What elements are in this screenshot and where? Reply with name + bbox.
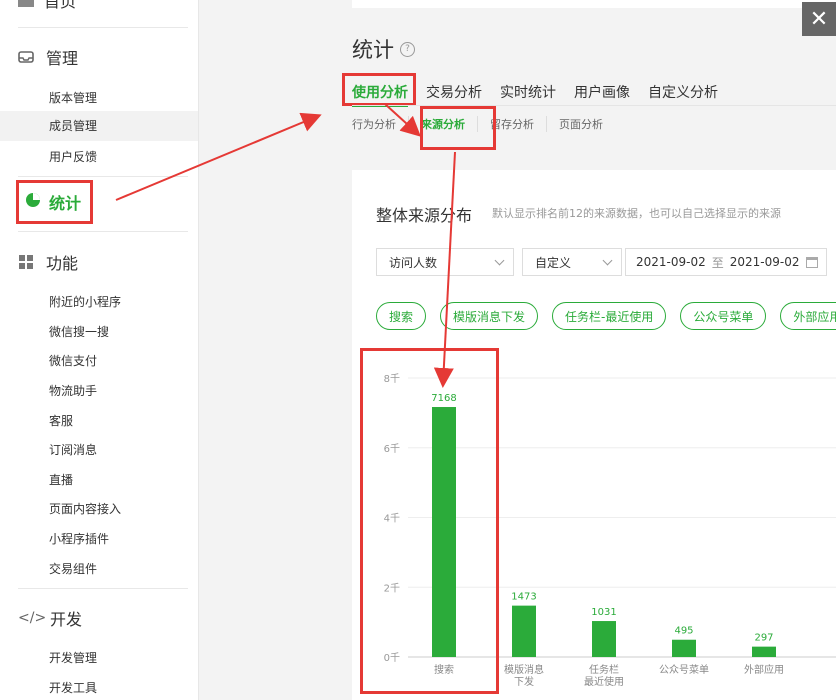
sidebar-item-content[interactable]: 页面内容接入 — [49, 500, 121, 517]
bar-value-label: 1473 — [511, 592, 536, 603]
chip-official-menu[interactable]: 公众号菜单 — [680, 302, 767, 330]
x-tick-label: 最近使用 — [584, 675, 624, 688]
annotation-box-chart — [360, 348, 499, 694]
sidebar-item-home[interactable]: 首页 — [18, 0, 76, 12]
annotation-box-tab — [342, 73, 416, 106]
tab-custom[interactable]: 自定义分析 — [648, 82, 718, 107]
date-range-picker[interactable]: 2021-09-02 至 2021-09-02 — [625, 248, 827, 276]
top-strip — [352, 0, 836, 8]
sidebar-group-label: 功能 — [46, 254, 79, 273]
inbox-icon — [18, 49, 34, 65]
x-tick-label: 模版消息 — [504, 663, 544, 676]
range-select-value: 自定义 — [535, 255, 572, 270]
calendar-icon — [806, 257, 818, 268]
sidebar-group-manage[interactable]: 管理 — [18, 45, 78, 69]
sidebar-item-version[interactable]: 版本管理 — [49, 89, 97, 106]
sidebar-item-label: 统计 — [49, 194, 82, 213]
sidebar-group-label: 开发 — [50, 610, 83, 629]
bar-value-label: 297 — [754, 633, 773, 644]
sidebar-item-subscribe[interactable]: 订阅消息 — [49, 441, 97, 458]
close-icon: ✕ — [809, 6, 829, 32]
sidebar-item-stat[interactable]: 统计 — [16, 180, 93, 224]
tab-realtime[interactable]: 实时统计 — [500, 82, 556, 107]
x-tick-label: 下发 — [514, 675, 534, 688]
x-tick-label: 公众号菜单 — [659, 664, 709, 676]
sidebar-item-feedback[interactable]: 用户反馈 — [49, 148, 97, 165]
sidebar-item-trade[interactable]: 交易组件 — [49, 560, 97, 577]
bar — [592, 621, 616, 657]
divider — [18, 176, 188, 177]
date-from: 2021-09-02 — [636, 255, 706, 269]
chevron-down-icon — [602, 255, 613, 266]
x-tick-label: 任务栏 — [589, 663, 619, 676]
chip-template-msg[interactable]: 模版消息下发 — [440, 302, 539, 330]
metric-select-value: 访问人数 — [389, 255, 438, 270]
close-button[interactable]: ✕ — [802, 2, 836, 36]
sidebar-item-plugin[interactable]: 小程序插件 — [49, 530, 109, 547]
sidebar-group-dev[interactable]: </> 开发 — [18, 606, 82, 630]
sidebar-group-label: 管理 — [46, 49, 79, 68]
sidebar-item-search[interactable]: 微信搜一搜 — [49, 323, 109, 340]
subtab-page[interactable]: 页面分析 — [547, 116, 615, 132]
page-title: 统计 ? — [352, 34, 415, 64]
sidebar-item-members[interactable]: 成员管理 — [0, 111, 198, 141]
divider — [18, 231, 188, 232]
help-icon[interactable]: ? — [400, 41, 415, 57]
sidebar-item-dev-manage[interactable]: 开发管理 — [49, 649, 97, 666]
page-title-text: 统计 — [352, 38, 394, 62]
date-to: 2021-09-02 — [729, 255, 800, 269]
code-icon: </> — [18, 610, 47, 626]
sidebar-item-service[interactable]: 客服 — [49, 412, 73, 429]
bar-value-label: 1031 — [591, 607, 616, 618]
sidebar: 首页 管理 版本管理 成员管理 用户反馈 统计 功能 附近的小程序 微信搜一搜 … — [0, 0, 199, 700]
chip-external-app[interactable]: 外部应用 — [780, 302, 836, 330]
annotation-box-subtab — [420, 106, 496, 150]
chip-taskbar-recent[interactable]: 任务栏-最近使用 — [552, 302, 667, 330]
sidebar-item-logistics[interactable]: 物流助手 — [49, 382, 97, 399]
sidebar-item-label: 首页 — [44, 0, 77, 11]
x-tick-label: 外部应用 — [744, 663, 784, 676]
panel-description: 默认显示排名前12的来源数据，也可以自己选择显示的来源 — [492, 207, 781, 220]
home-icon — [18, 0, 34, 7]
bar — [752, 646, 776, 657]
tab-trade[interactable]: 交易分析 — [426, 82, 482, 107]
sidebar-item-dev-tools[interactable]: 开发工具 — [49, 679, 97, 696]
sidebar-item-pay[interactable]: 微信支付 — [49, 352, 97, 369]
sidebar-group-func[interactable]: 功能 — [18, 250, 78, 274]
range-select[interactable]: 自定义 — [522, 248, 622, 276]
sidebar-item-nearby[interactable]: 附近的小程序 — [49, 293, 121, 310]
panel-title: 整体来源分布 — [376, 206, 473, 225]
divider — [18, 588, 188, 589]
bar — [512, 605, 536, 657]
grid-icon — [18, 254, 34, 270]
divider — [18, 27, 188, 28]
bar — [672, 639, 696, 657]
chip-search[interactable]: 搜索 — [376, 302, 427, 330]
source-chip-list: 搜索 模版消息下发 任务栏-最近使用 公众号菜单 外部应用 — [376, 302, 836, 330]
sidebar-item-live[interactable]: 直播 — [49, 471, 73, 488]
bar-value-label: 495 — [674, 626, 693, 637]
metric-select[interactable]: 访问人数 — [376, 248, 514, 276]
subtab-behavior[interactable]: 行为分析 — [352, 116, 409, 132]
pie-chart-icon — [25, 192, 41, 212]
tab-portrait[interactable]: 用户画像 — [574, 82, 630, 107]
chevron-down-icon — [494, 255, 505, 266]
date-separator: 至 — [711, 255, 724, 270]
